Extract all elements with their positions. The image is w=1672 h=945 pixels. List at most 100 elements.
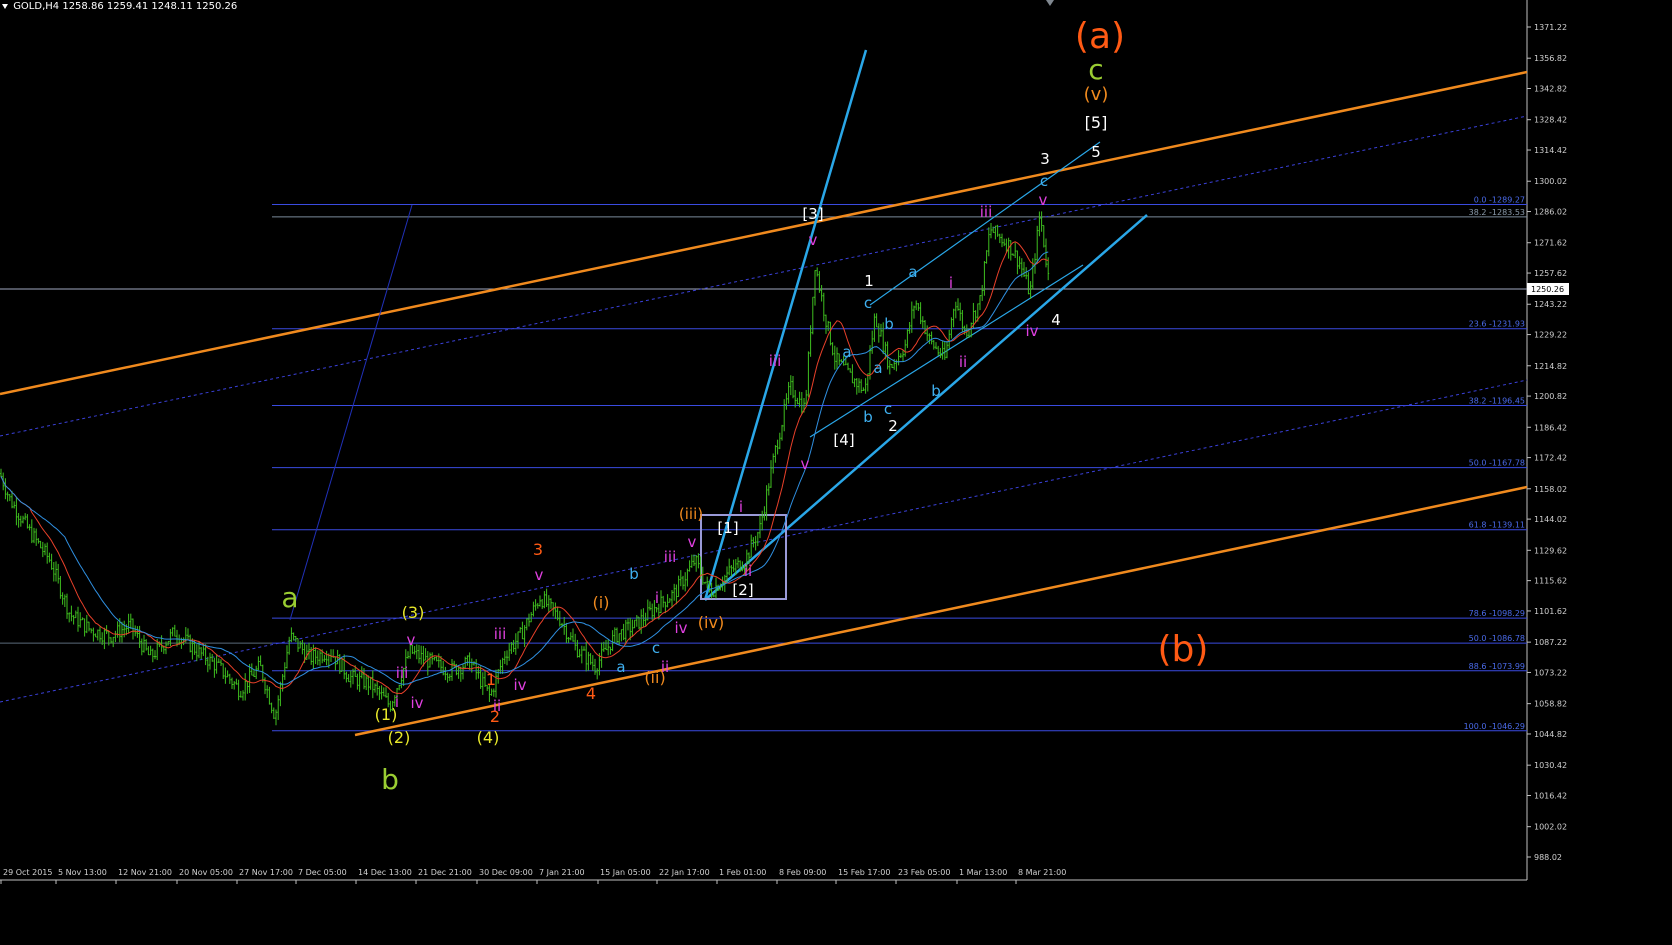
wave-label: v xyxy=(688,533,697,551)
x-tick-label: 7 Dec 05:00 xyxy=(298,868,347,877)
x-tick-label: 23 Feb 05:00 xyxy=(898,868,950,877)
x-tick-label: 30 Dec 09:00 xyxy=(479,868,533,877)
y-tick-label: 1115.62 xyxy=(1534,577,1567,586)
y-tick-label: 1314.42 xyxy=(1534,146,1567,155)
x-tick-label: 21 Dec 21:00 xyxy=(418,868,472,877)
wave-label: 4 xyxy=(586,684,596,703)
wave-label: (i) xyxy=(593,593,610,612)
wave-label: iv xyxy=(410,694,423,712)
wave-label: (iv) xyxy=(698,613,724,632)
dotted-channel-upper xyxy=(0,115,1528,437)
wave-label: 4 xyxy=(1051,311,1061,329)
candles-group xyxy=(0,211,1050,726)
y-tick-label: 1200.82 xyxy=(1534,392,1567,401)
x-tick-label: 5 Nov 13:00 xyxy=(58,868,107,877)
x-tick-label: 8 Feb 09:00 xyxy=(779,868,826,877)
wave-label: 1 xyxy=(864,272,874,290)
fib-label: 61.8 -1139.11 xyxy=(1469,521,1525,530)
y-tick-label: 1002.02 xyxy=(1534,823,1567,832)
y-tick-label: 1342.82 xyxy=(1534,85,1567,94)
wave-label: [2] xyxy=(732,581,753,599)
wave-label: c xyxy=(864,294,872,312)
wave-label: ii xyxy=(959,353,967,371)
wave-label: b xyxy=(863,408,873,426)
orange-channel-lower xyxy=(354,485,1528,737)
y-tick-label: 1044.82 xyxy=(1534,730,1567,739)
wave-label: c xyxy=(1040,172,1048,190)
x-tick-label: 20 Nov 05:00 xyxy=(179,868,233,877)
x-tick-label: 15 Feb 17:00 xyxy=(838,868,890,877)
wave-label: (iii) xyxy=(679,505,703,523)
y-tick-label: 1073.22 xyxy=(1534,668,1567,677)
wave-label: iv xyxy=(674,619,687,637)
price-chart[interactable]: 1371.22 1356.82 1342.82 1328.42 1314.42 1300.… xyxy=(0,0,1672,945)
y-tick-label: 1158.02 xyxy=(1534,485,1567,494)
wave-label: (2) xyxy=(388,728,411,747)
x-tick-label: 22 Jan 17:00 xyxy=(659,868,710,877)
fib-label: 0.0 -1289.27 xyxy=(1474,196,1525,205)
wave-label: a xyxy=(281,581,298,614)
x-tick-label: 1 Feb 01:00 xyxy=(719,868,766,877)
wave-label: v xyxy=(535,566,544,584)
wave-label: i xyxy=(739,498,743,516)
wave-label: v xyxy=(1039,191,1048,209)
y-tick-label: 1328.42 xyxy=(1534,116,1567,125)
wave-label: c xyxy=(884,400,892,418)
wave-label: [3] xyxy=(802,205,823,223)
wave-label: ii xyxy=(744,562,752,580)
x-tick-label: 12 Nov 21:00 xyxy=(118,868,172,877)
wave-label: v xyxy=(407,631,416,649)
wave-label: 2 xyxy=(888,417,898,435)
y-tick-label: 1214.82 xyxy=(1534,362,1567,371)
x-tick-label: 14 Dec 13:00 xyxy=(358,868,412,877)
wave-label: [5] xyxy=(1085,113,1108,132)
y-tick-label: 1087.22 xyxy=(1534,638,1567,647)
wave-label: iii xyxy=(664,548,677,566)
wave-label: 5 xyxy=(1091,143,1101,161)
y-tick-label: 1172.42 xyxy=(1534,454,1567,463)
fib-label: 88.6 -1073.99 xyxy=(1469,662,1525,671)
wave-label: a xyxy=(842,343,851,361)
x-tick-label: 7 Jan 21:00 xyxy=(539,868,585,877)
wave-label: i xyxy=(655,589,659,607)
orange-channel-upper xyxy=(0,70,1528,396)
y-tick-label: 1144.02 xyxy=(1534,515,1567,524)
wave-label: iv xyxy=(513,676,526,694)
wave-label: b xyxy=(629,565,639,583)
wave-label: c xyxy=(1088,53,1103,86)
y-tick-label: 1356.82 xyxy=(1534,54,1567,63)
wave-label: b xyxy=(381,763,399,796)
x-tick-label: 8 Mar 21:00 xyxy=(1018,868,1066,877)
wave-label: (a) xyxy=(1075,16,1125,57)
y-tick-label: 1101.62 xyxy=(1534,607,1567,616)
steep-blue-line xyxy=(289,204,413,621)
y-tick-label: 1300.02 xyxy=(1534,177,1567,186)
fib-label: 78.6 -1098.29 xyxy=(1469,609,1525,618)
wave-label: iii xyxy=(494,625,507,643)
wave-label: b xyxy=(931,382,941,400)
x-tick-label: 29 Oct 2015 xyxy=(3,868,52,877)
x-tick-label: 15 Jan 05:00 xyxy=(600,868,651,877)
y-tick-label: 1229.22 xyxy=(1534,331,1567,340)
y-tick-label: 1030.42 xyxy=(1534,761,1567,770)
wave-label: (v) xyxy=(1084,84,1109,105)
wave-label: [4] xyxy=(833,431,854,449)
wave-label: [1] xyxy=(717,519,738,537)
wave-label: a xyxy=(616,658,625,676)
wave-label: c xyxy=(652,639,660,657)
y-tick-label: 1243.22 xyxy=(1534,300,1567,309)
wave-label: 2 xyxy=(490,707,500,726)
wave-label: i xyxy=(949,274,953,292)
y-tick-label: 1058.82 xyxy=(1534,700,1567,709)
wave-label: a xyxy=(908,263,917,281)
fib-label: 38.2 -1196.45 xyxy=(1469,397,1525,406)
wave-label: (b) xyxy=(1158,629,1209,670)
y-tick-label: 1286.02 xyxy=(1534,208,1567,217)
wave-label: a xyxy=(873,359,882,377)
x-tick-label: 1 Mar 13:00 xyxy=(959,868,1007,877)
fib-label: 50.0 -1167.78 xyxy=(1469,459,1525,468)
wave-label: (1) xyxy=(375,705,398,724)
top-scroll-marker xyxy=(1046,0,1054,6)
x-tick-label: 27 Nov 17:00 xyxy=(239,868,293,877)
y-tick-label: 988.02 xyxy=(1534,853,1562,862)
